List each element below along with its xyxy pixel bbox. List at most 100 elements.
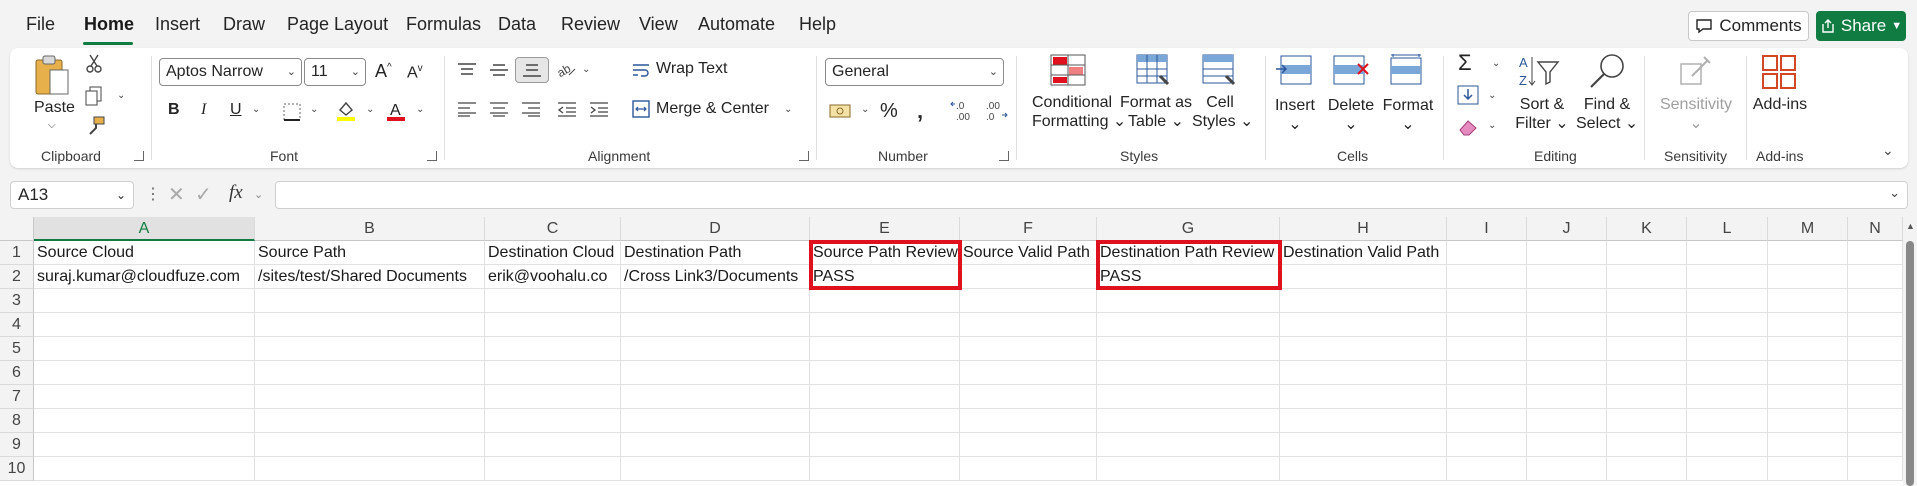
cell-n4[interactable] <box>1848 313 1903 337</box>
cell-j8[interactable] <box>1527 409 1607 433</box>
align-center-icon[interactable] <box>489 101 509 122</box>
cell-f2[interactable] <box>960 265 1097 289</box>
cell-g7[interactable] <box>1097 385 1280 409</box>
column-header-a[interactable]: A <box>34 217 255 241</box>
cell-m4[interactable] <box>1768 313 1848 337</box>
percent-style-icon[interactable]: % <box>880 100 898 123</box>
cell-h1[interactable]: Destination Valid Path <box>1280 241 1447 265</box>
cell-g8[interactable] <box>1097 409 1280 433</box>
format-painter-icon[interactable] <box>86 116 106 141</box>
increase-font-size-icon[interactable]: A^ <box>375 61 392 82</box>
row-header-1[interactable]: 1 <box>0 241 34 265</box>
insert-cells-icon[interactable] <box>1275 54 1315 93</box>
cell-styles-icon[interactable] <box>1202 54 1238 93</box>
cell-a10[interactable] <box>34 457 255 481</box>
column-header-g[interactable]: G <box>1097 217 1280 241</box>
autosum-icon[interactable]: Σ <box>1458 50 1472 76</box>
cell-e9[interactable] <box>810 433 960 457</box>
cell-i8[interactable] <box>1447 409 1527 433</box>
cell-b7[interactable] <box>255 385 485 409</box>
copy-dropdown-icon[interactable]: ⌄ <box>117 90 125 101</box>
cell-j4[interactable] <box>1527 313 1607 337</box>
cell-k2[interactable] <box>1607 265 1687 289</box>
cell-b1[interactable]: Source Path <box>255 241 485 265</box>
cell-l2[interactable] <box>1687 265 1768 289</box>
row-header-8[interactable]: 8 <box>0 409 34 433</box>
fill-icon[interactable] <box>1457 85 1479 110</box>
align-left-icon[interactable] <box>457 101 477 122</box>
column-header-b[interactable]: B <box>255 217 485 241</box>
row-header-9[interactable]: 9 <box>0 433 34 457</box>
cell-h3[interactable] <box>1280 289 1447 313</box>
cell-f8[interactable] <box>960 409 1097 433</box>
cell-m6[interactable] <box>1768 361 1848 385</box>
format-as-table-label[interactable]: Format as Table ⌄ <box>1120 93 1192 131</box>
cell-m9[interactable] <box>1768 433 1848 457</box>
merge-dropdown-icon[interactable]: ⌄ <box>784 104 792 115</box>
cell-f10[interactable] <box>960 457 1097 481</box>
font-color-icon[interactable]: A <box>386 100 406 127</box>
cell-l3[interactable] <box>1687 289 1768 313</box>
cell-g4[interactable] <box>1097 313 1280 337</box>
cell-c8[interactable] <box>485 409 621 433</box>
cell-f7[interactable] <box>960 385 1097 409</box>
tab-automate[interactable]: Automate <box>698 14 775 35</box>
row-header-2[interactable]: 2 <box>0 265 34 289</box>
row-header-3[interactable]: 3 <box>0 289 34 313</box>
cell-a9[interactable] <box>34 433 255 457</box>
cell-a4[interactable] <box>34 313 255 337</box>
cell-b9[interactable] <box>255 433 485 457</box>
cell-e6[interactable] <box>810 361 960 385</box>
cell-i5[interactable] <box>1447 337 1527 361</box>
column-header-n[interactable]: N <box>1848 217 1903 241</box>
font-size-select[interactable]: 11 ⌄ <box>304 58 366 86</box>
cell-m1[interactable] <box>1768 241 1848 265</box>
wrap-text-label[interactable]: Wrap Text <box>656 60 727 78</box>
column-header-k[interactable]: K <box>1607 217 1687 241</box>
align-bottom-icon[interactable] <box>522 62 542 83</box>
format-cells-icon[interactable] <box>1387 54 1427 93</box>
paste-icon[interactable] <box>32 54 72 103</box>
collapse-ribbon-icon[interactable]: ⌄ <box>1882 142 1894 159</box>
tab-view[interactable]: View <box>639 14 678 35</box>
name-box[interactable]: A13 ⌄ <box>10 181 134 209</box>
column-header-c[interactable]: C <box>485 217 621 241</box>
cell-f6[interactable] <box>960 361 1097 385</box>
tab-home[interactable]: Home <box>84 14 134 35</box>
cell-a1[interactable]: Source Cloud <box>34 241 255 265</box>
cell-f3[interactable] <box>960 289 1097 313</box>
cell-g3[interactable] <box>1097 289 1280 313</box>
share-button[interactable]: Share ▼ <box>1816 11 1906 41</box>
chevron-down-icon[interactable]: ⌄ <box>254 188 263 201</box>
fill-dropdown-icon[interactable]: ⌄ <box>1488 90 1496 101</box>
cell-h5[interactable] <box>1280 337 1447 361</box>
cell-l1[interactable] <box>1687 241 1768 265</box>
cell-a6[interactable] <box>34 361 255 385</box>
cell-n1[interactable] <box>1848 241 1903 265</box>
accounting-dropdown-icon[interactable]: ⌄ <box>861 104 869 115</box>
merge-center-label[interactable]: Merge & Center <box>656 100 769 118</box>
cell-k3[interactable] <box>1607 289 1687 313</box>
cell-g10[interactable] <box>1097 457 1280 481</box>
tab-data[interactable]: Data <box>498 14 536 35</box>
cell-m10[interactable] <box>1768 457 1848 481</box>
find-select-icon[interactable] <box>1588 52 1628 95</box>
add-ins-icon[interactable] <box>1761 54 1797 95</box>
cell-b4[interactable] <box>255 313 485 337</box>
vertical-scrollbar[interactable]: ▲ <box>1903 217 1917 486</box>
comma-style-icon[interactable]: ‚ <box>917 98 923 124</box>
conditional-formatting-label[interactable]: Conditional Formatting ⌄ <box>1032 93 1126 131</box>
cell-k10[interactable] <box>1607 457 1687 481</box>
cell-i4[interactable] <box>1447 313 1527 337</box>
cell-j1[interactable] <box>1527 241 1607 265</box>
align-right-icon[interactable] <box>521 101 541 122</box>
borders-dropdown-icon[interactable]: ⌄ <box>310 104 318 115</box>
cell-d9[interactable] <box>621 433 810 457</box>
decrease-font-size-icon[interactable]: Av <box>407 63 423 82</box>
cell-h6[interactable] <box>1280 361 1447 385</box>
cell-i7[interactable] <box>1447 385 1527 409</box>
sort-filter-icon[interactable]: AZ <box>1518 54 1562 95</box>
cell-n9[interactable] <box>1848 433 1903 457</box>
cell-l9[interactable] <box>1687 433 1768 457</box>
cell-g9[interactable] <box>1097 433 1280 457</box>
